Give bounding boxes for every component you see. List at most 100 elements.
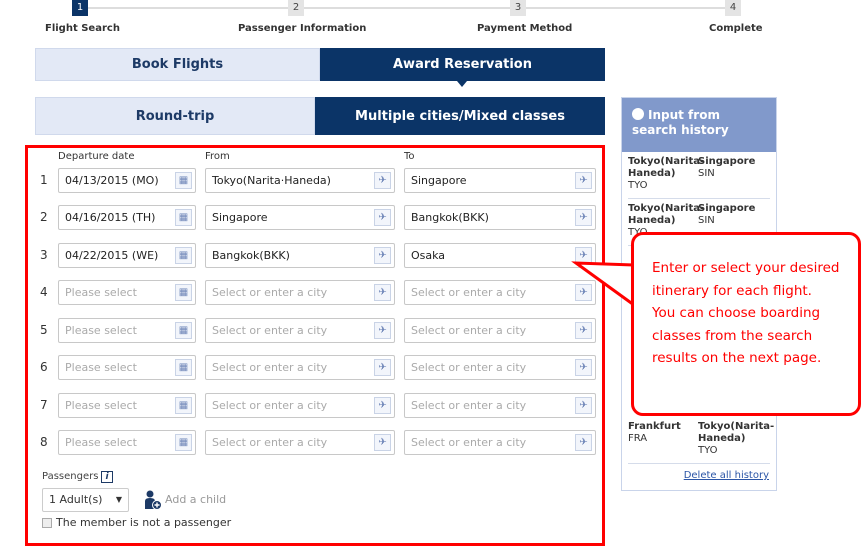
step-3-label: Payment Method <box>477 23 573 34</box>
history-to: Singapore <box>698 203 756 214</box>
to-city-input[interactable]: Select or enter a city ✈ <box>404 430 596 455</box>
to-value: Select or enter a city <box>411 324 527 337</box>
step-1-label: Flight Search <box>45 23 120 34</box>
add-child-link[interactable]: Add a child <box>165 493 226 506</box>
departure-plane-icon[interactable]: ✈ <box>374 247 391 264</box>
history-from: Tokyo(Narita-Haneda) <box>628 203 705 226</box>
from-city-input[interactable]: Select or enter a city ✈ <box>205 318 395 343</box>
from-city-input[interactable]: Singapore ✈ <box>205 205 395 230</box>
arrival-plane-icon[interactable]: ✈ <box>575 359 592 376</box>
arrival-plane-icon[interactable]: ✈ <box>575 434 592 451</box>
to-value: Select or enter a city <box>411 361 527 374</box>
from-city-input[interactable]: Tokyo(Narita·Haneda) ✈ <box>205 168 395 193</box>
departure-plane-icon[interactable]: ✈ <box>374 172 391 189</box>
date-value: 04/22/2015 (WE) <box>65 249 159 262</box>
arrival-plane-icon[interactable]: ✈ <box>575 397 592 414</box>
departure-date-input[interactable]: Please select ▦ <box>58 280 196 305</box>
calendar-icon[interactable]: ▦ <box>175 322 192 339</box>
row-number: 5 <box>40 323 48 337</box>
from-value: Select or enter a city <box>212 399 328 412</box>
history-entry[interactable]: Frankfurt FRA Tokyo(Narita-Haneda) TYO <box>628 421 775 464</box>
from-value: Select or enter a city <box>212 324 328 337</box>
from-city-input[interactable]: Select or enter a city ✈ <box>205 393 395 418</box>
from-city-input[interactable]: Bangkok(BKK) ✈ <box>205 243 395 268</box>
departure-date-input[interactable]: Please select ▦ <box>58 318 196 343</box>
arrival-plane-icon[interactable]: ✈ <box>575 172 592 189</box>
to-value: Select or enter a city <box>411 436 527 449</box>
from-city-input[interactable]: Select or enter a city ✈ <box>205 280 395 305</box>
tab-multiple-cities[interactable]: Multiple cities/Mixed classes <box>315 97 605 135</box>
from-city-input[interactable]: Select or enter a city ✈ <box>205 430 395 455</box>
calendar-icon[interactable]: ▦ <box>175 359 192 376</box>
step-2-label: Passenger Information <box>238 23 367 34</box>
history-to-code: SIN <box>698 168 715 179</box>
history-entry[interactable]: Tokyo(Narita-Haneda)TYO SingaporeSIN <box>628 156 770 199</box>
to-city-input[interactable]: Osaka ✈ <box>404 243 596 268</box>
from-value: Select or enter a city <box>212 436 328 449</box>
date-value: 04/13/2015 (MO) <box>65 174 159 187</box>
to-city-input[interactable]: Select or enter a city ✈ <box>404 393 596 418</box>
add-child-icon[interactable] <box>144 490 162 510</box>
departure-plane-icon[interactable]: ✈ <box>374 434 391 451</box>
calendar-icon[interactable]: ▦ <box>175 284 192 301</box>
to-value: Bangkok(BKK) <box>411 211 489 224</box>
date-value: Please select <box>65 436 137 449</box>
search-history-title: Input from search history <box>632 108 729 137</box>
row-number: 8 <box>40 435 48 449</box>
to-city-input[interactable]: Select or enter a city ✈ <box>404 280 596 305</box>
departure-plane-icon[interactable]: ✈ <box>374 359 391 376</box>
row-number: 7 <box>40 398 48 412</box>
member-not-passenger-checkbox[interactable] <box>42 518 52 528</box>
from-value: Select or enter a city <box>212 286 328 299</box>
from-city-input[interactable]: Select or enter a city ✈ <box>205 355 395 380</box>
departure-date-input[interactable]: 04/16/2015 (TH) ▦ <box>58 205 196 230</box>
to-city-input[interactable]: Bangkok(BKK) ✈ <box>404 205 596 230</box>
departure-plane-icon[interactable]: ✈ <box>374 397 391 414</box>
step-3-marker: 3 <box>510 0 526 16</box>
callout-pointer <box>571 261 635 307</box>
departure-date-input[interactable]: 04/22/2015 (WE) ▦ <box>58 243 196 268</box>
departure-date-input[interactable]: Please select ▦ <box>58 355 196 380</box>
delete-all-history-link[interactable]: Delete all history <box>684 470 769 481</box>
search-history-header: Input from search history <box>622 98 776 152</box>
tab-book-flights[interactable]: Book Flights <box>35 48 320 81</box>
row-number: 3 <box>40 248 48 262</box>
history-from: Frankfurt <box>628 421 681 432</box>
calendar-icon[interactable]: ▦ <box>175 434 192 451</box>
date-value: Please select <box>65 361 137 374</box>
arrival-plane-icon[interactable]: ✈ <box>575 209 592 226</box>
info-icon[interactable]: i <box>101 471 113 483</box>
history-to: Tokyo(Narita-Haneda) <box>698 421 775 444</box>
dropdown-arrow-icon: ▼ <box>115 495 122 504</box>
to-city-input[interactable]: Select or enter a city ✈ <box>404 355 596 380</box>
calendar-icon[interactable]: ▦ <box>175 209 192 226</box>
history-from-code: FRA <box>628 433 648 444</box>
departure-plane-icon[interactable]: ✈ <box>374 209 391 226</box>
passenger-count-select[interactable]: 1 Adult(s) ▼ <box>42 488 129 512</box>
date-value: Please select <box>65 286 137 299</box>
departure-plane-icon[interactable]: ✈ <box>374 322 391 339</box>
calendar-icon[interactable]: ▦ <box>175 247 192 264</box>
tab-round-trip[interactable]: Round-trip <box>35 97 315 135</box>
departure-plane-icon[interactable]: ✈ <box>374 284 391 301</box>
arrival-plane-icon[interactable]: ✈ <box>575 322 592 339</box>
step-4-marker: 4 <box>725 0 741 16</box>
callout-text-2: You can choose boarding classes from the… <box>652 305 822 366</box>
calendar-icon[interactable]: ▦ <box>175 172 192 189</box>
from-value: Tokyo(Narita·Haneda) <box>212 174 331 187</box>
to-city-input[interactable]: Singapore ✈ <box>404 168 596 193</box>
history-from-code: TYO <box>628 180 648 191</box>
date-value: Please select <box>65 399 137 412</box>
history-to-code: SIN <box>698 215 715 226</box>
row-number: 1 <box>40 173 48 187</box>
to-value: Singapore <box>411 174 467 187</box>
departure-date-input[interactable]: 04/13/2015 (MO) ▦ <box>58 168 196 193</box>
to-value: Osaka <box>411 249 446 262</box>
departure-date-input[interactable]: Please select ▦ <box>58 430 196 455</box>
to-city-input[interactable]: Select or enter a city ✈ <box>404 318 596 343</box>
departure-date-input[interactable]: Please select ▦ <box>58 393 196 418</box>
history-to-code: TYO <box>698 445 718 456</box>
tab-award-reservation[interactable]: Award Reservation <box>320 48 605 81</box>
departure-date-header: Departure date <box>58 151 135 162</box>
calendar-icon[interactable]: ▦ <box>175 397 192 414</box>
